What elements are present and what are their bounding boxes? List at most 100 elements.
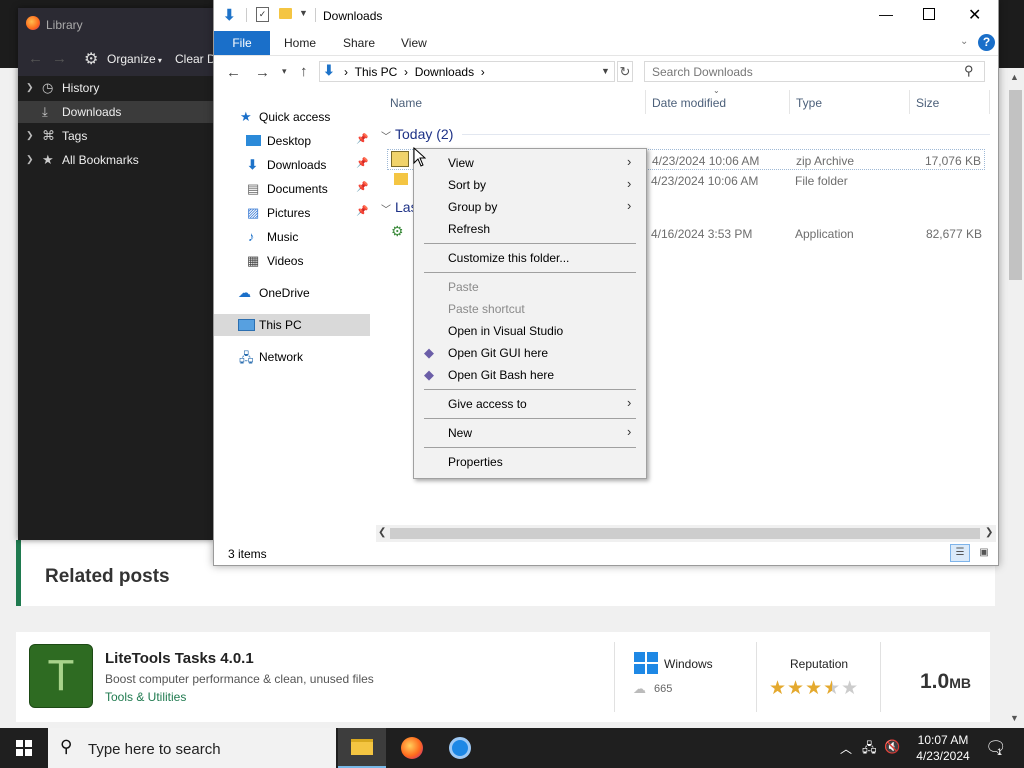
- large-icons-view-icon[interactable]: ▣: [975, 544, 993, 562]
- start-windows-icon[interactable]: [16, 740, 32, 756]
- search-icon[interactable]: ⚲: [964, 63, 974, 79]
- picture-icon: ▨: [247, 205, 260, 220]
- minimize-icon[interactable]: —: [879, 6, 893, 22]
- group-header-today[interactable]: Today (2): [395, 126, 453, 142]
- menu-item-customize[interactable]: Customize this folder...: [415, 247, 645, 269]
- chevron-right-icon[interactable]: ❯: [26, 154, 34, 165]
- organize-button[interactable]: Organize ▾: [107, 52, 162, 66]
- clock-date[interactable]: 4/23/2024: [912, 749, 974, 763]
- column-divider[interactable]: [989, 90, 990, 114]
- nav-documents[interactable]: ▤ Documents 📌: [214, 178, 370, 200]
- chevron-right-icon: ›: [627, 395, 632, 410]
- up-arrow-icon[interactable]: ↑: [300, 63, 308, 80]
- forward-arrow-icon[interactable]: →: [52, 50, 67, 67]
- tab-view[interactable]: View: [401, 36, 427, 50]
- tab-file[interactable]: File: [214, 31, 270, 55]
- chevron-down-icon[interactable]: ▼: [601, 66, 610, 76]
- app-category-link[interactable]: Tools & Utilities: [105, 690, 186, 704]
- menu-item-give-access[interactable]: Give access to ›: [415, 393, 645, 415]
- column-divider[interactable]: [645, 90, 646, 114]
- library-item-tags[interactable]: ❯ ⌘ Tags: [18, 125, 214, 147]
- notification-icon[interactable]: 🗨: [985, 738, 1007, 758]
- column-header-date[interactable]: Date modified: [652, 96, 726, 110]
- column-header-type[interactable]: Type: [796, 96, 822, 110]
- menu-item-open-git-gui[interactable]: ◆ Open Git GUI here: [415, 342, 645, 364]
- computer-icon: [238, 319, 255, 331]
- nav-desktop[interactable]: Desktop 📌: [214, 130, 370, 152]
- forward-arrow-icon[interactable]: →: [255, 64, 270, 81]
- column-header-name[interactable]: Name: [390, 96, 422, 110]
- scroll-up-arrow-icon[interactable]: ▲: [1010, 72, 1019, 82]
- clear-downloads-button[interactable]: Clear D: [175, 52, 214, 66]
- tab-share[interactable]: Share: [343, 36, 375, 50]
- chevron-right-icon[interactable]: ❯: [26, 82, 34, 93]
- chrome-icon[interactable]: [449, 737, 471, 759]
- chevron-down-icon[interactable]: ⌄: [960, 36, 968, 47]
- volume-muted-icon[interactable]: 🔇: [884, 739, 900, 755]
- menu-item-view[interactable]: View ›: [415, 152, 645, 174]
- chevron-up-icon[interactable]: ︿: [840, 740, 852, 757]
- folder-icon: [394, 173, 408, 185]
- scroll-right-arrow-icon[interactable]: ❯: [985, 527, 993, 538]
- page-scrollbar-thumb[interactable]: [1009, 90, 1022, 280]
- pin-icon[interactable]: 📌: [356, 134, 368, 145]
- chevron-down-icon[interactable]: ﹀: [381, 128, 391, 143]
- reputation-label: Reputation: [790, 657, 849, 671]
- pin-icon[interactable]: 📌: [356, 182, 368, 193]
- nav-quick-access[interactable]: ★ Quick access: [214, 106, 370, 128]
- menu-item-refresh[interactable]: Refresh: [415, 218, 645, 240]
- breadcrumb-downloads[interactable]: Downloads: [415, 65, 474, 79]
- menu-item-new[interactable]: New ›: [415, 422, 645, 444]
- pin-icon[interactable]: 📌: [356, 158, 368, 169]
- nav-network[interactable]: 🖧 Network: [214, 346, 370, 368]
- pin-icon[interactable]: 📌: [356, 206, 368, 217]
- recent-locations-icon[interactable]: ▾: [282, 66, 287, 77]
- column-divider[interactable]: [909, 90, 910, 114]
- nav-this-pc[interactable]: This PC: [214, 314, 370, 336]
- scroll-down-arrow-icon[interactable]: ▼: [1010, 713, 1019, 723]
- column-divider[interactable]: [789, 90, 790, 114]
- horizontal-scrollbar-thumb[interactable]: [390, 528, 980, 539]
- app-title[interactable]: LiteTools Tasks 4.0.1: [105, 650, 254, 667]
- firefox-icon[interactable]: [401, 737, 423, 759]
- clock-time[interactable]: 10:07 AM: [912, 733, 974, 747]
- column-header-size[interactable]: Size: [916, 96, 939, 110]
- menu-item-open-visual-studio[interactable]: Open in Visual Studio: [415, 320, 645, 342]
- network-icon[interactable]: 🖧: [862, 739, 877, 761]
- menu-separator: [424, 418, 636, 419]
- menu-item-sort-by[interactable]: Sort by ›: [415, 174, 645, 196]
- refresh-icon[interactable]: ↻: [617, 61, 633, 82]
- chevron-down-icon[interactable]: ﹀: [381, 201, 391, 216]
- star-icon: ★: [42, 152, 54, 167]
- breadcrumb-this-pc[interactable]: This PC: [355, 65, 398, 79]
- details-view-icon[interactable]: ☰: [950, 544, 970, 562]
- nav-onedrive[interactable]: ☁ OneDrive: [214, 282, 370, 304]
- video-icon: ▦: [247, 253, 260, 268]
- nav-videos[interactable]: ▦ Videos: [214, 250, 370, 272]
- scroll-left-arrow-icon[interactable]: ❮: [378, 527, 386, 538]
- tab-home[interactable]: Home: [284, 36, 316, 50]
- menu-separator: [424, 389, 636, 390]
- nav-music[interactable]: ♪ Music: [214, 226, 370, 248]
- properties-check-icon[interactable]: ✓: [256, 7, 269, 22]
- new-folder-icon[interactable]: [279, 8, 292, 19]
- cloud-download-icon: ☁: [633, 681, 646, 696]
- close-icon[interactable]: ✕: [968, 5, 981, 25]
- menu-item-open-git-bash[interactable]: ◆ Open Git Bash here: [415, 364, 645, 386]
- menu-item-properties[interactable]: Properties: [415, 451, 645, 473]
- nav-pictures[interactable]: ▨ Pictures 📌: [214, 202, 370, 224]
- back-arrow-icon[interactable]: ←: [28, 50, 43, 67]
- app-icon[interactable]: T: [29, 644, 93, 708]
- library-item-downloads[interactable]: ⤓ Downloads: [18, 101, 214, 123]
- quick-access-menu-icon[interactable]: ▼: [299, 8, 308, 18]
- library-item-all-bookmarks[interactable]: ❯ ★ All Bookmarks: [18, 149, 214, 171]
- chevron-right-icon[interactable]: ❯: [26, 130, 34, 141]
- back-arrow-icon[interactable]: ←: [226, 64, 241, 81]
- maximize-icon[interactable]: [923, 8, 935, 20]
- app-size: 1.0MB: [920, 670, 971, 693]
- help-icon[interactable]: ?: [978, 34, 995, 51]
- library-item-history[interactable]: ❯ ◷ History: [18, 77, 214, 99]
- menu-item-group-by[interactable]: Group by ›: [415, 196, 645, 218]
- nav-downloads[interactable]: ⬇ Downloads 📌: [214, 154, 370, 176]
- gear-icon[interactable]: ⚙: [84, 49, 98, 69]
